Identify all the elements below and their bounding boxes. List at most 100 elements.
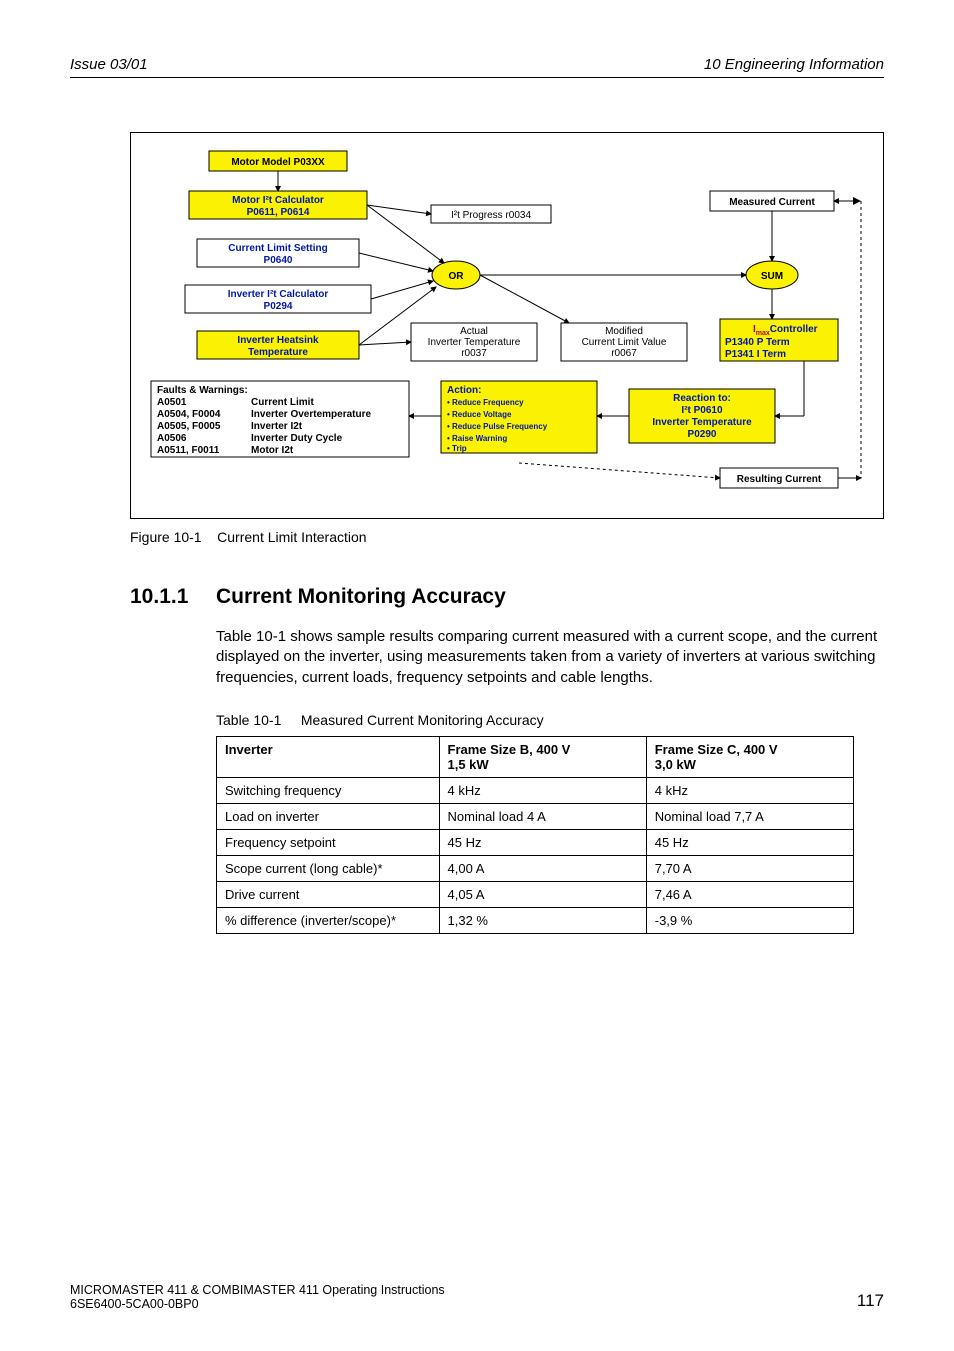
table-row: Drive current4,05 A7,46 A [217,881,854,907]
cell: 4 kHz [439,777,646,803]
page-number: 117 [857,1291,884,1311]
mod-l3: r0067 [611,348,637,359]
body-paragraph: Table 10-1 shows sample results comparin… [216,627,884,688]
table-title: Measured Current Monitoring Accuracy [301,712,544,728]
cell: Frequency setpoint [217,829,440,855]
diagram-frame: Motor Model P03XX Motor I²t Calculator P… [130,132,884,519]
fault-0-l: Current Limit [251,397,314,408]
section-number: 10.1.1 [130,585,216,609]
table-header-row: Inverter Frame Size B, 400 V 1,5 kW Fram… [217,736,854,777]
fault-2-l: Inverter I2t [251,421,303,432]
cell: 4,00 A [439,855,646,881]
mod-l1: Modified [605,326,643,337]
figure-caption: Figure 10-1 Current Limit Interaction [130,529,884,545]
cell: 7,70 A [646,855,853,881]
header-left: Issue 03/01 [70,56,148,73]
fault-3-l: Inverter Duty Cycle [251,433,343,444]
inv-hs-l2: Temperature [248,347,308,358]
fault-1-l: Inverter Overtemperature [251,409,371,420]
page-footer: MICROMASTER 411 & COMBIMASTER 411 Operat… [70,1283,884,1311]
footer-line2: 6SE6400-5CA00-0BP0 [70,1297,445,1311]
reaction-r1: I²t P0610 [681,405,723,416]
cell: Nominal load 4 A [439,803,646,829]
table-row: Scope current (long cable)*4,00 A7,70 A [217,855,854,881]
mod-l2: Current Limit Value [582,337,667,348]
header-right: 10 Engineering Information [704,56,884,73]
reaction-r3: P0290 [688,429,717,440]
section-title: Current Monitoring Accuracy [216,585,506,609]
cell: Scope current (long cable)* [217,855,440,881]
fault-1-c: A0504, F0004 [157,409,221,420]
footer-line1: MICROMASTER 411 & COMBIMASTER 411 Operat… [70,1283,445,1297]
current-limit-diagram: Motor Model P03XX Motor I²t Calculator P… [141,143,871,503]
svg-text:A0501: A0501 [157,397,187,408]
svg-text:Current Limit: Current Limit [251,397,314,408]
action-a2: • Reduce Voltage [447,410,512,419]
svg-text:Inverter I2t: Inverter I2t [251,421,303,432]
actual-l2: Inverter Temperature [428,337,521,348]
ctrl-l2: P1340 P Term [725,337,790,348]
table-header-1: Frame Size B, 400 V 1,5 kW [439,736,646,777]
page-header: Issue 03/01 10 Engineering Information [70,56,884,78]
cls-l2: P0640 [264,255,293,266]
fault-3-c: A0506 [157,433,187,444]
inv-i2t-l2: P0294 [264,301,293,312]
fault-4-l: Motor I2t [251,445,294,456]
action-a1: • Reduce Frequency [447,398,524,407]
fault-4-c: A0511, F0011 [157,445,220,456]
footer-left: MICROMASTER 411 & COMBIMASTER 411 Operat… [70,1283,445,1311]
fault-2-c: A0505, F0005 [157,421,221,432]
ctrl-l3: P1341 I Term [725,349,786,360]
sum-label: SUM [761,271,783,282]
figure-number: Figure 10-1 [130,529,202,545]
cell: Nominal load 7,7 A [646,803,853,829]
motor-model-label: Motor Model P03XX [231,157,325,168]
table-number: Table 10-1 [216,712,281,728]
cell: 1,32 % [439,907,646,933]
cell: 45 Hz [646,829,853,855]
table-row: Frequency setpoint45 Hz45 Hz [217,829,854,855]
inv-hs-l1: Inverter Heatsink [237,335,319,346]
action-a5: • Trip [447,444,467,453]
cell: -3,9 % [646,907,853,933]
table-header-0: Inverter [217,736,440,777]
progress-label: I²t Progress r0034 [451,210,531,221]
cell: Load on inverter [217,803,440,829]
action-a4: • Raise Warning [447,434,507,443]
svg-text:Inverter Duty Cycle: Inverter Duty Cycle [251,433,343,444]
svg-text:A0504, F0004: A0504, F0004 [157,409,221,420]
fault-0-c: A0501 [157,397,187,408]
actual-l3: r0037 [461,348,487,359]
svg-text:Inverter Overtemperature: Inverter Overtemperature [251,409,371,420]
table-row: Switching frequency4 kHz4 kHz [217,777,854,803]
figure-title: Current Limit Interaction [217,529,366,545]
cell: 4,05 A [439,881,646,907]
faults-title: Faults & Warnings: [157,385,248,396]
cell: Switching frequency [217,777,440,803]
table-header-2: Frame Size C, 400 V 3,0 kW [646,736,853,777]
cell: 4 kHz [646,777,853,803]
svg-text:A0506: A0506 [157,433,187,444]
section-heading: 10.1.1 Current Monitoring Accuracy [130,585,884,609]
or-label: OR [449,271,465,282]
action-a3: • Reduce Pulse Frequency [447,422,548,431]
cell: 7,46 A [646,881,853,907]
motor-i2t-l1: Motor I²t Calculator [232,195,324,206]
reaction-r2: Inverter Temperature [652,417,752,428]
table-caption: Table 10-1 Measured Current Monitoring A… [216,712,884,728]
svg-text:A0511, F0011: A0511, F0011 [157,445,220,456]
svg-text:Motor I2t: Motor I2t [251,445,294,456]
motor-i2t-l2: P0611, P0614 [247,207,310,218]
svg-text:A0505, F0005: A0505, F0005 [157,421,221,432]
inv-i2t-l1: Inverter I²t Calculator [228,289,329,300]
cell: 45 Hz [439,829,646,855]
cell: Drive current [217,881,440,907]
accuracy-table: Inverter Frame Size B, 400 V 1,5 kW Fram… [216,736,854,934]
actual-l1: Actual [460,326,488,337]
table-row: % difference (inverter/scope)*1,32 %-3,9… [217,907,854,933]
action-title: Action: [447,385,481,396]
reaction-title: Reaction to: [673,393,731,404]
cell: % difference (inverter/scope)* [217,907,440,933]
cls-l1: Current Limit Setting [228,243,327,254]
measured-label: Measured Current [729,197,815,208]
